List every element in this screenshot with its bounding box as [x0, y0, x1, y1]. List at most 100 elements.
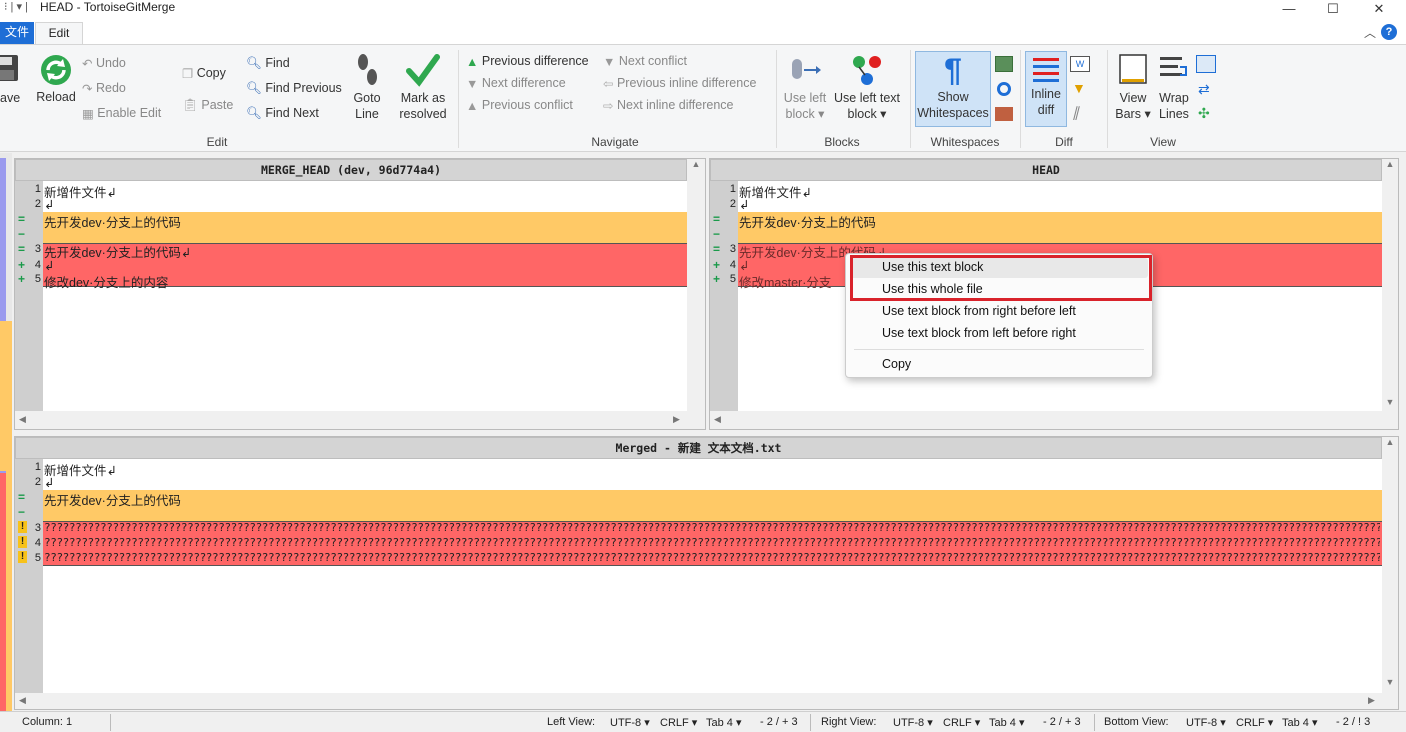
- redo-icon: ↷: [82, 82, 93, 97]
- arrow-right-icon: ⇨: [603, 99, 614, 114]
- enable-edit-button[interactable]: ▦ Enable Edit: [82, 106, 161, 121]
- code-line: ↲: [739, 259, 750, 273]
- tab-edit[interactable]: Edit: [35, 22, 83, 44]
- scroll-left-icon[interactable]: ◀: [19, 414, 26, 425]
- status-left-eol[interactable]: CRLF ▾: [660, 716, 697, 729]
- previous-inline-label: Previous inline difference: [616, 76, 757, 90]
- scroll-down-icon[interactable]: ▼: [1382, 677, 1398, 687]
- merged-pane[interactable]: Merged - 新建 文本文档.txt ▲ ▼ 1 新增件文件↲ 2 ↲ = 先开发de…: [14, 436, 1399, 710]
- previous-inline-difference-button[interactable]: ⇦ Previous inline difference: [603, 76, 756, 91]
- scroll-right-icon[interactable]: ▶: [673, 414, 680, 425]
- next-conflict-button[interactable]: ▼ Next conflict: [603, 54, 687, 69]
- footprints-icon: [358, 54, 377, 85]
- paste-button[interactable]: 📋︎ Paste: [182, 98, 233, 113]
- ribbon-collapse-icon[interactable]: ︿: [1364, 24, 1376, 41]
- inline-diff-button[interactable]: Inline diff: [1025, 51, 1067, 127]
- next-difference-label: Next difference: [481, 76, 566, 90]
- right-pane-hscroll[interactable]: ◀: [710, 411, 1382, 429]
- enable-edit-label: Enable Edit: [97, 106, 162, 120]
- swap-icon[interactable]: ⇄: [1198, 81, 1210, 98]
- menu-item-use-left-before-right[interactable]: Use text block from left before right: [882, 326, 1076, 340]
- next-inline-difference-button[interactable]: ⇨ Next inline difference: [603, 98, 733, 113]
- ignore-eol-icon[interactable]: [997, 82, 1011, 96]
- scroll-left-icon[interactable]: ◀: [19, 695, 26, 706]
- inline-diff-label-2: diff: [1037, 103, 1055, 117]
- close-button[interactable]: ✕: [1356, 0, 1402, 20]
- left-pane-hscroll[interactable]: ◀ ▶: [15, 411, 687, 429]
- mark-resolved-button[interactable]: Mark as resolved: [396, 53, 450, 122]
- ribbon-separator: [1020, 50, 1021, 148]
- ribbon-separator: [1107, 50, 1108, 148]
- filter-icon[interactable]: ▼: [1072, 80, 1086, 96]
- goto-line-button[interactable]: Goto Line: [348, 53, 386, 122]
- equal-marker-icon: =: [18, 242, 26, 256]
- locator-bar[interactable]: [0, 153, 12, 711]
- status-bottom-tab[interactable]: Tab 4 ▾: [1282, 716, 1318, 729]
- two-pane-icon[interactable]: [1196, 55, 1216, 73]
- left-pane-header: MERGE_HEAD (dev, 96d774a4): [15, 159, 687, 181]
- left-pane-vscroll[interactable]: ▲: [687, 159, 705, 429]
- find-button[interactable]: 🔍︎ Find: [246, 56, 290, 71]
- show-whitespaces-button[interactable]: ¶ Show Whitespaces: [915, 51, 991, 127]
- use-left-block-label: Use left: [783, 91, 827, 105]
- maximize-button[interactable]: ☐: [1310, 0, 1356, 20]
- collapse-icon[interactable]: ✣: [1198, 105, 1210, 122]
- use-left-block-button[interactable]: Use left block ▾: [780, 53, 830, 122]
- reload-button[interactable]: Reload: [33, 53, 79, 104]
- removed-marker-icon: −: [18, 227, 26, 241]
- menu-item-copy[interactable]: Copy: [882, 357, 911, 371]
- status-right-encoding[interactable]: UTF-8 ▾: [893, 716, 933, 729]
- redo-label: Redo: [95, 81, 126, 95]
- undo-button[interactable]: ↶ Undo: [82, 56, 126, 71]
- status-right-tab[interactable]: Tab 4 ▾: [989, 716, 1025, 729]
- quick-access-icon[interactable]: ⁝ | ▾ |: [4, 0, 28, 13]
- ignore-whitespace-icon[interactable]: [995, 56, 1013, 72]
- copy-label: Copy: [196, 66, 226, 80]
- goto-line-label-2: Line: [355, 107, 379, 121]
- scroll-up-icon[interactable]: ▲: [1382, 159, 1398, 169]
- status-left-tab[interactable]: Tab 4 ▾: [706, 716, 742, 729]
- status-left-encoding[interactable]: UTF-8 ▾: [610, 716, 650, 729]
- scroll-right-icon[interactable]: ▶: [1368, 695, 1375, 706]
- menu-item-use-right-before-left[interactable]: Use text block from right before left: [882, 304, 1076, 318]
- minimize-button[interactable]: —: [1266, 0, 1312, 20]
- previous-conflict-button[interactable]: ▲ Previous conflict: [466, 98, 573, 113]
- pilcrow-icon: ¶: [944, 52, 962, 88]
- reload-icon: [41, 55, 71, 85]
- moved-blocks-icon[interactable]: ∥: [1072, 104, 1079, 121]
- tab-file[interactable]: 文件: [0, 22, 34, 44]
- help-icon[interactable]: ?: [1381, 24, 1397, 40]
- status-bottom-eol[interactable]: CRLF ▾: [1236, 716, 1273, 729]
- merged-pane-hscroll[interactable]: ◀ ▶: [15, 693, 1382, 709]
- scroll-up-icon[interactable]: ▲: [1382, 437, 1398, 447]
- save-button[interactable]: ave: [0, 53, 20, 105]
- view-bars-button[interactable]: View Bars ▾: [1113, 53, 1153, 122]
- code-line: 先开发dev·分支上的代码↲: [44, 246, 192, 260]
- next-difference-button[interactable]: ▼ Next difference: [466, 76, 566, 91]
- scroll-down-icon[interactable]: ▼: [1382, 397, 1398, 407]
- previous-difference-button[interactable]: ▲ Previous difference: [466, 54, 589, 69]
- code-line: 先开发dev·分支上的代码: [44, 216, 181, 230]
- find-next-button[interactable]: 🔍︎ Find Next: [246, 106, 319, 121]
- right-pane-vscroll[interactable]: ▲ ▼: [1382, 159, 1398, 429]
- ignore-case-icon[interactable]: [995, 107, 1013, 121]
- code-line: ↲: [44, 259, 55, 273]
- status-bottom-diff: - 2 / ! 3: [1336, 716, 1371, 728]
- merged-pane-vscroll[interactable]: ▲ ▼: [1382, 437, 1398, 709]
- arrow-up-icon: ▲: [466, 98, 479, 113]
- status-right-eol[interactable]: CRLF ▾: [943, 716, 980, 729]
- find-previous-button[interactable]: 🔍︎ Find Previous: [246, 81, 342, 96]
- wrap-lines-button[interactable]: Wrap Lines: [1155, 53, 1193, 122]
- scroll-left-icon[interactable]: ◀: [714, 414, 721, 425]
- added-marker-icon: +: [18, 258, 26, 272]
- line-number: 1: [34, 461, 41, 473]
- word-diff-icon[interactable]: W: [1070, 56, 1090, 72]
- scroll-up-icon[interactable]: ▲: [687, 159, 705, 169]
- copy-button[interactable]: ❐ Copy: [182, 66, 226, 81]
- left-pane[interactable]: MERGE_HEAD (dev, 96d774a4) ▲ 1 新增件文件↲ 2 ↲ = 先…: [14, 158, 706, 430]
- use-left-text-block-button[interactable]: Use left text block ▾: [830, 53, 904, 122]
- code-line: 新增件文件↲: [739, 186, 812, 200]
- status-bottom-encoding[interactable]: UTF-8 ▾: [1186, 716, 1226, 729]
- search-icon: 🔍︎: [246, 81, 262, 96]
- redo-button[interactable]: ↷ Redo: [82, 81, 126, 96]
